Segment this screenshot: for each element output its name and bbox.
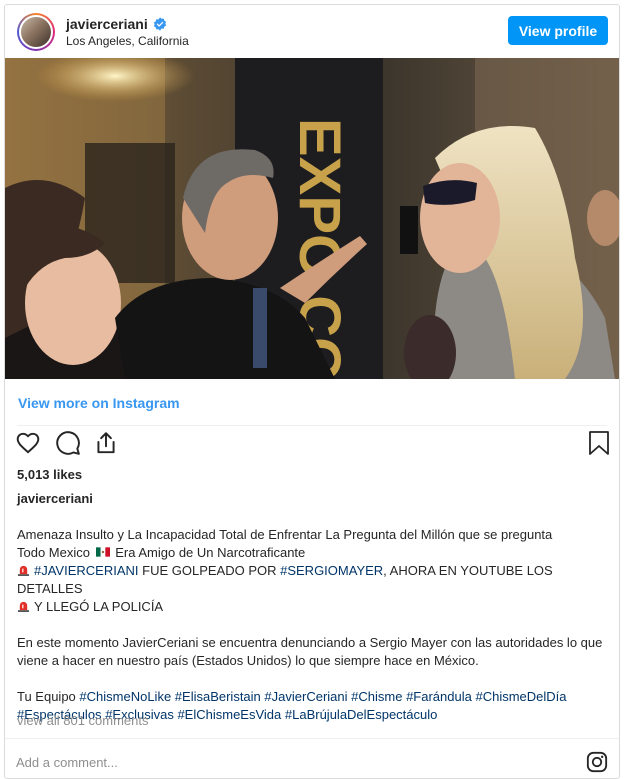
hashtag-link[interactable]: #Chisme <box>351 689 402 704</box>
mexico-flag-icon <box>95 547 110 557</box>
verified-badge-icon <box>153 17 166 31</box>
instagram-icon[interactable] <box>586 751 608 773</box>
comment-icon[interactable] <box>55 430 81 456</box>
hashtag-link[interactable]: #SERGIOMAYER <box>280 563 383 578</box>
caption-line: Amenaza Insulto y La Incapacidad Total d… <box>17 527 553 542</box>
post-photo[interactable]: EXPO COM <box>5 58 619 379</box>
siren-icon <box>17 565 30 576</box>
hashtag-link[interactable]: #ElisaBeristain <box>175 689 261 704</box>
username-link[interactable]: javierceriani <box>66 16 148 32</box>
add-comment-input[interactable]: Add a comment... <box>16 755 118 770</box>
hashtag-link[interactable]: #ElChismeEsVida <box>177 707 281 722</box>
likes-count[interactable]: 5,013 likes <box>17 467 82 482</box>
username-row: javierceriani <box>66 16 167 32</box>
avatar[interactable] <box>17 13 55 51</box>
hashtag-link[interactable]: #JAVIERCERIANI <box>34 563 139 578</box>
hashtag-link[interactable]: #ChismeDelDía <box>475 689 566 704</box>
post-photo-image: EXPO COM <box>5 58 619 379</box>
bookmark-icon[interactable] <box>587 430 611 456</box>
instagram-embed-card: javierceriani Los Angeles, California Vi… <box>4 4 620 779</box>
view-all-comments-link[interactable]: view all 801 comments <box>17 713 149 728</box>
comment-bar: Add a comment... <box>5 738 619 778</box>
view-profile-button[interactable]: View profile <box>508 16 608 45</box>
caption-username[interactable]: javierceriani <box>17 491 93 506</box>
hashtag-link[interactable]: #LaBrújulaDelEspectáculo <box>285 707 437 722</box>
caption-text: Era Amigo de Un Narcotraficante <box>115 545 306 560</box>
siren-icon <box>17 601 30 612</box>
divider <box>17 425 607 426</box>
caption-text: Todo Mexico <box>17 545 90 560</box>
hashtag-link[interactable]: #JavierCeriani <box>264 689 347 704</box>
caption-line: #JAVIERCERIANI FUE GOLPEADO POR #SERGIOM… <box>17 562 613 598</box>
share-icon[interactable] <box>93 430 119 456</box>
caption-paragraph: En este momento JavierCeriani se encuent… <box>17 635 603 668</box>
post-header: javierceriani Los Angeles, California Vi… <box>5 5 619 60</box>
post-caption: Amenaza Insulto y La Incapacidad Total d… <box>17 526 613 724</box>
heart-icon[interactable] <box>15 430 41 456</box>
caption-text: Y LLEGÓ LA POLICÍA <box>34 599 164 614</box>
caption-text: Tu Equipo <box>17 689 80 704</box>
hashtag-link[interactable]: #Farándula <box>406 689 472 704</box>
location-link[interactable]: Los Angeles, California <box>66 34 189 48</box>
caption-line: Todo Mexico Era Amigo de Un Narcotrafica… <box>17 544 613 562</box>
caption-text: FUE GOLPEADO POR <box>138 563 281 578</box>
hashtag-link[interactable]: #ChismeNoLike <box>79 689 171 704</box>
action-bar <box>15 430 611 460</box>
view-more-on-instagram-link[interactable]: View more on Instagram <box>18 395 180 411</box>
caption-line: Y LLEGÓ LA POLICÍA <box>17 598 613 616</box>
